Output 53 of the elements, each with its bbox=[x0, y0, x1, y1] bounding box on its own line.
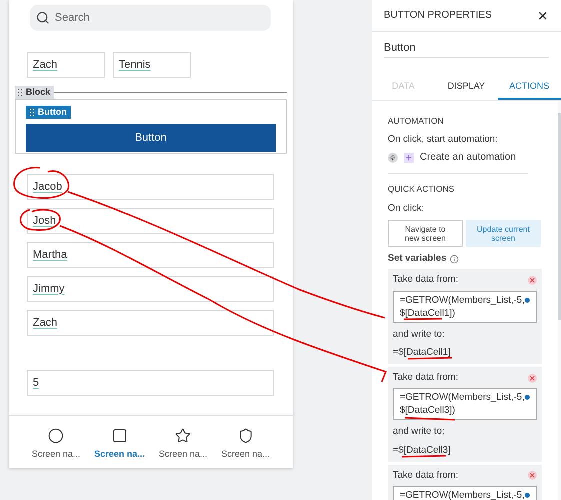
nav-tab[interactable]: Screen na... bbox=[158, 428, 208, 468]
panel-title: BUTTON PROPERTIES bbox=[384, 9, 492, 23]
search-field[interactable]: Search bbox=[30, 5, 271, 31]
scrollbar[interactable] bbox=[558, 113, 561, 320]
panel-tab[interactable]: DISPLAY bbox=[435, 76, 498, 100]
write-to-label: and write to: bbox=[393, 425, 446, 440]
square-icon bbox=[112, 428, 128, 444]
text-field[interactable]: Tennis bbox=[113, 52, 191, 78]
nav-tab[interactable]: Screen na... bbox=[94, 428, 146, 468]
take-data-label: Take data from: bbox=[393, 273, 458, 288]
remove-icon[interactable] bbox=[528, 374, 537, 383]
target-variable: =$[DataCell3] bbox=[393, 444, 452, 458]
quick-actions-caption: On click: bbox=[388, 202, 426, 216]
quick-action-option[interactable]: Navigate to new screen bbox=[388, 220, 463, 247]
search-icon bbox=[36, 11, 50, 25]
name-field[interactable]: Button bbox=[384, 40, 549, 58]
text-field[interactable]: Zach bbox=[27, 52, 105, 78]
take-data-label: Take data from: bbox=[393, 371, 458, 385]
text-field[interactable]: Jimmy bbox=[27, 276, 274, 302]
circle-icon bbox=[48, 428, 64, 444]
write-to-label: and write to: bbox=[393, 328, 446, 342]
formula-field[interactable]: =GETROW(Members_List,-5, $[DataCell1]) bbox=[393, 290, 537, 322]
section-heading: AUTOMATION bbox=[388, 115, 445, 128]
search-placeholder: Search bbox=[55, 10, 90, 26]
primary-button[interactable]: Button bbox=[26, 124, 276, 152]
star-icon bbox=[175, 428, 192, 444]
text-field[interactable]: Martha bbox=[27, 242, 274, 268]
set-variables-heading: Set variables bbox=[388, 252, 447, 266]
text-field[interactable]: Josh bbox=[27, 208, 274, 234]
target-variable: =$[DataCell1] bbox=[393, 346, 452, 360]
block-container[interactable]: Button Button bbox=[15, 99, 287, 154]
create-automation-link[interactable]: Create an automation bbox=[420, 150, 516, 165]
text-field[interactable]: Zach bbox=[27, 310, 274, 336]
shield-icon bbox=[238, 428, 254, 444]
bolt-icon bbox=[388, 152, 398, 162]
remove-icon[interactable] bbox=[528, 276, 537, 285]
block-tag[interactable]: Block bbox=[15, 86, 54, 99]
take-data-label: Take data from: bbox=[393, 468, 458, 483]
info-icon bbox=[450, 254, 459, 264]
formula-field[interactable]: =GETROW(Members_List,-5, $[DataCell3]) bbox=[393, 388, 537, 420]
remove-icon[interactable] bbox=[528, 471, 537, 480]
grip-icon[interactable] bbox=[18, 89, 23, 96]
section-heading: QUICK ACTIONS bbox=[388, 183, 456, 196]
text-field[interactable]: 5 bbox=[27, 370, 274, 396]
formula-field[interactable]: =GETROW(Members_List,-5, bbox=[393, 486, 537, 500]
automation-caption: On click, start automation: bbox=[388, 132, 499, 147]
nav-tab[interactable]: Screen na... bbox=[221, 428, 270, 468]
close-icon[interactable] bbox=[537, 10, 549, 22]
text-field[interactable]: Jacob bbox=[27, 174, 274, 200]
button-tag[interactable]: Button bbox=[26, 106, 71, 119]
grip-icon[interactable] bbox=[30, 109, 35, 116]
nav-tab[interactable]: Screen na... bbox=[32, 428, 81, 468]
add-icon[interactable] bbox=[404, 152, 414, 162]
